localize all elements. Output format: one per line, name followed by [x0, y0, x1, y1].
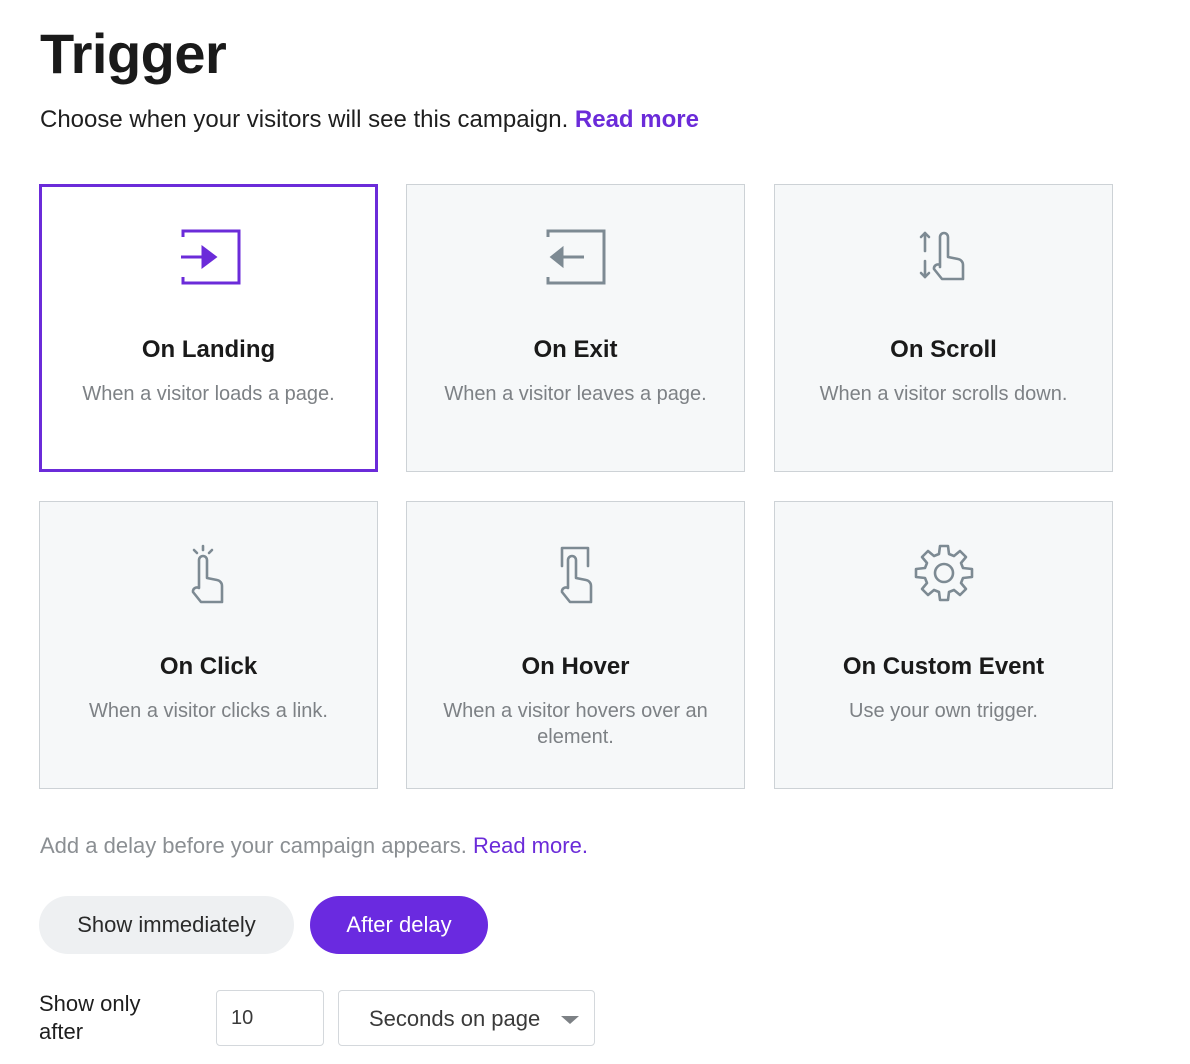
delay-value-input[interactable] [216, 990, 324, 1046]
trigger-card-on-scroll[interactable]: On Scroll When a visitor scrolls down. [774, 184, 1113, 472]
click-hand-icon [177, 544, 241, 608]
trigger-card-title: On Custom Event [842, 653, 1045, 680]
page-title: Trigger [40, 22, 227, 85]
delay-link-suffix: . [581, 833, 588, 858]
trigger-options-grid: On Landing When a visitor loads a page. … [39, 184, 1113, 790]
trigger-card-title: On Exit [533, 336, 618, 363]
after-delay-button[interactable]: After delay [310, 896, 488, 954]
trigger-card-on-custom-event[interactable]: On Custom Event Use your own trigger. [774, 501, 1113, 789]
page-subtitle: Choose when your visitors will see this … [40, 104, 699, 136]
subtitle-text: Choose when your visitors will see this … [40, 106, 569, 133]
exit-icon [544, 227, 608, 291]
trigger-card-on-exit[interactable]: On Exit When a visitor leaves a page. [406, 184, 745, 472]
trigger-card-title: On Scroll [890, 336, 997, 363]
trigger-card-description: When a visitor clicks a link. [89, 700, 328, 722]
subtitle-read-more-link[interactable]: Read more [575, 106, 699, 133]
delay-unit-select[interactable]: Seconds on page [338, 990, 595, 1046]
gear-icon [912, 544, 976, 608]
delay-text: Add a delay before your campaign appears… [40, 833, 467, 858]
trigger-card-title: On Hover [521, 653, 630, 680]
trigger-card-on-hover[interactable]: On Hover When a visitor hovers over an e… [406, 501, 745, 789]
delay-description: Add a delay before your campaign appears… [40, 831, 588, 861]
delay-read-more-link[interactable]: Read more [473, 833, 582, 858]
trigger-card-description: When a visitor hovers over an element. [443, 700, 708, 748]
delay-unit-value: Seconds on page [369, 1006, 541, 1031]
trigger-card-on-click[interactable]: On Click When a visitor clicks a link. [39, 501, 378, 789]
trigger-card-description: Use your own trigger. [849, 700, 1038, 722]
trigger-card-title: On Landing [141, 336, 276, 363]
trigger-card-description: When a visitor scrolls down. [819, 383, 1068, 405]
hover-hand-icon [544, 544, 608, 608]
enter-icon [177, 227, 241, 291]
trigger-card-on-landing[interactable]: On Landing When a visitor loads a page. [39, 184, 378, 472]
scroll-hand-icon [912, 227, 976, 291]
trigger-card-description: When a visitor leaves a page. [444, 383, 707, 405]
trigger-card-title: On Click [159, 653, 258, 680]
show-immediately-button[interactable]: Show immediately [39, 896, 294, 954]
show-only-after-label: Show only after [39, 991, 141, 1044]
chevron-down-icon [561, 1016, 579, 1024]
trigger-card-description: When a visitor loads a page. [82, 383, 335, 405]
